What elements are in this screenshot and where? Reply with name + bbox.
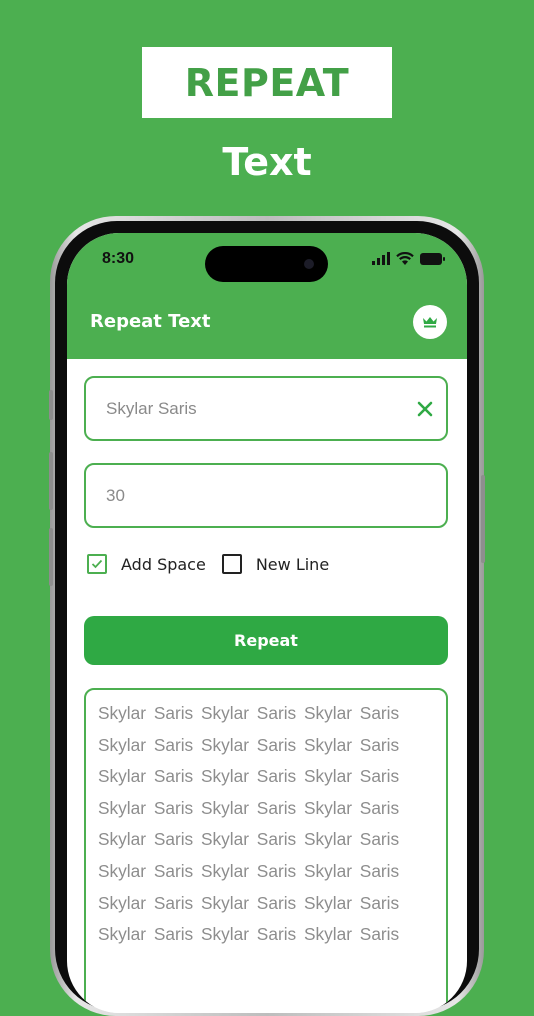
add-space-checkbox[interactable] bbox=[87, 554, 107, 574]
status-time: 8:30 bbox=[102, 250, 135, 267]
premium-button[interactable] bbox=[413, 305, 447, 339]
battery-icon bbox=[420, 252, 445, 265]
camera-icon bbox=[304, 259, 314, 269]
promo-banner-text: REPEAT bbox=[184, 60, 350, 105]
new-line-checkbox[interactable] bbox=[221, 554, 242, 574]
repeat-button[interactable]: Repeat bbox=[84, 616, 448, 665]
dynamic-island bbox=[205, 246, 328, 282]
output-text: Skylar Saris Skylar Saris Skylar Saris S… bbox=[98, 703, 400, 945]
volume-down-button bbox=[49, 528, 53, 586]
text-field bbox=[84, 376, 448, 441]
status-icons bbox=[372, 252, 445, 265]
volume-up-button bbox=[49, 452, 53, 510]
phone-screen: 8:30 Repeat Text Skylar Saris 30 Add Spa… bbox=[67, 233, 467, 1013]
app-title: Repeat Text bbox=[90, 311, 211, 332]
add-space-label[interactable]: Add Space bbox=[121, 555, 206, 574]
check-icon bbox=[91, 559, 103, 569]
count-input[interactable] bbox=[86, 465, 406, 526]
output-box[interactable]: Skylar Saris Skylar Saris Skylar Saris S… bbox=[84, 688, 448, 1013]
clear-icon[interactable] bbox=[416, 400, 434, 418]
new-line-label[interactable]: New Line bbox=[256, 555, 329, 574]
promo-subtitle: Text bbox=[222, 140, 312, 184]
options-row: Add Space New Line bbox=[87, 553, 329, 575]
signal-icon bbox=[372, 252, 390, 265]
promo-banner: REPEAT bbox=[142, 47, 392, 118]
text-input[interactable] bbox=[86, 378, 406, 439]
side-button bbox=[49, 390, 53, 420]
app-header: 8:30 Repeat Text bbox=[67, 233, 467, 359]
crown-icon bbox=[423, 317, 437, 328]
count-field bbox=[84, 463, 448, 528]
wifi-icon bbox=[396, 252, 414, 265]
power-button bbox=[481, 475, 485, 563]
